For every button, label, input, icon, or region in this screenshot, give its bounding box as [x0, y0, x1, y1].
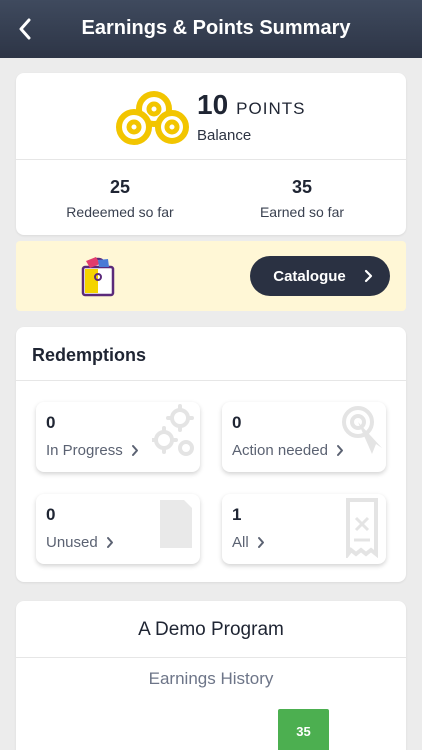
earned-stat: 35 Earned so far	[222, 177, 382, 220]
action-needed-label: Action needed	[232, 442, 328, 459]
action-needed-tile[interactable]: 0 Action needed	[222, 402, 386, 472]
redeemed-stat: 25 Redeemed so far	[40, 177, 200, 220]
unused-label: Unused	[46, 534, 98, 551]
unused-tile[interactable]: 0 Unused	[36, 494, 200, 564]
earned-value: 35	[291, 177, 313, 197]
all-count: 1	[232, 505, 242, 524]
in-progress-count: 0	[46, 413, 56, 432]
divider	[16, 657, 406, 658]
chevron-right-icon	[336, 445, 343, 456]
catalogue-button[interactable]: Catalogue	[250, 256, 390, 296]
all-label: All	[232, 534, 249, 551]
earned-label: Earned so far	[259, 204, 345, 220]
catalogue-button-label: Catalogue	[273, 267, 346, 285]
in-progress-label: In Progress	[46, 442, 123, 459]
unused-count: 0	[46, 505, 56, 524]
redemptions-title: Redemptions	[32, 345, 147, 365]
divider	[16, 380, 406, 381]
earnings-history-title: Earnings History	[148, 669, 274, 688]
points-value: 10	[197, 89, 229, 120]
program-card: A Demo Program Earnings History 35	[16, 601, 406, 750]
chevron-right-icon	[364, 269, 372, 283]
coins-icon	[116, 91, 189, 145]
redeemed-label: Redeemed so far	[66, 204, 174, 220]
action-needed-label-row: Action needed	[232, 442, 344, 459]
action-needed-count: 0	[232, 413, 242, 432]
chevron-right-icon	[106, 537, 113, 548]
chevron-right-icon	[131, 445, 138, 456]
points-balance-card: 10 POINTS Balance 25 Redeemed so far 35 …	[16, 73, 406, 235]
chevron-right-icon	[257, 537, 264, 548]
in-progress-label-row: In Progress	[46, 442, 139, 459]
balance-label: Balance	[197, 127, 252, 144]
page-title: Earnings & Points Summary	[81, 17, 351, 39]
receipt-icon	[346, 498, 378, 558]
in-progress-tile[interactable]: 0 In Progress	[36, 402, 200, 472]
catalogue-banner: Catalogue	[16, 241, 406, 311]
program-title: A Demo Program	[138, 619, 284, 640]
app-header: Earnings & Points Summary	[0, 0, 422, 58]
gears-icon	[152, 404, 194, 456]
tap-icon	[342, 406, 382, 454]
points-balance: 10 POINTS	[197, 89, 305, 121]
shopping-bag-icon	[81, 257, 115, 297]
redeemed-value: 25	[109, 177, 131, 197]
redemptions-card: Redemptions 0 In Progress 0 Action neede…	[16, 327, 406, 582]
divider	[16, 159, 406, 160]
all-tile[interactable]: 1 All	[222, 494, 386, 564]
all-label-row: All	[232, 534, 265, 551]
card-icon	[160, 500, 192, 548]
points-unit: POINTS	[236, 99, 306, 118]
earnings-bar: 35	[278, 709, 329, 750]
unused-label-row: Unused	[46, 534, 114, 551]
